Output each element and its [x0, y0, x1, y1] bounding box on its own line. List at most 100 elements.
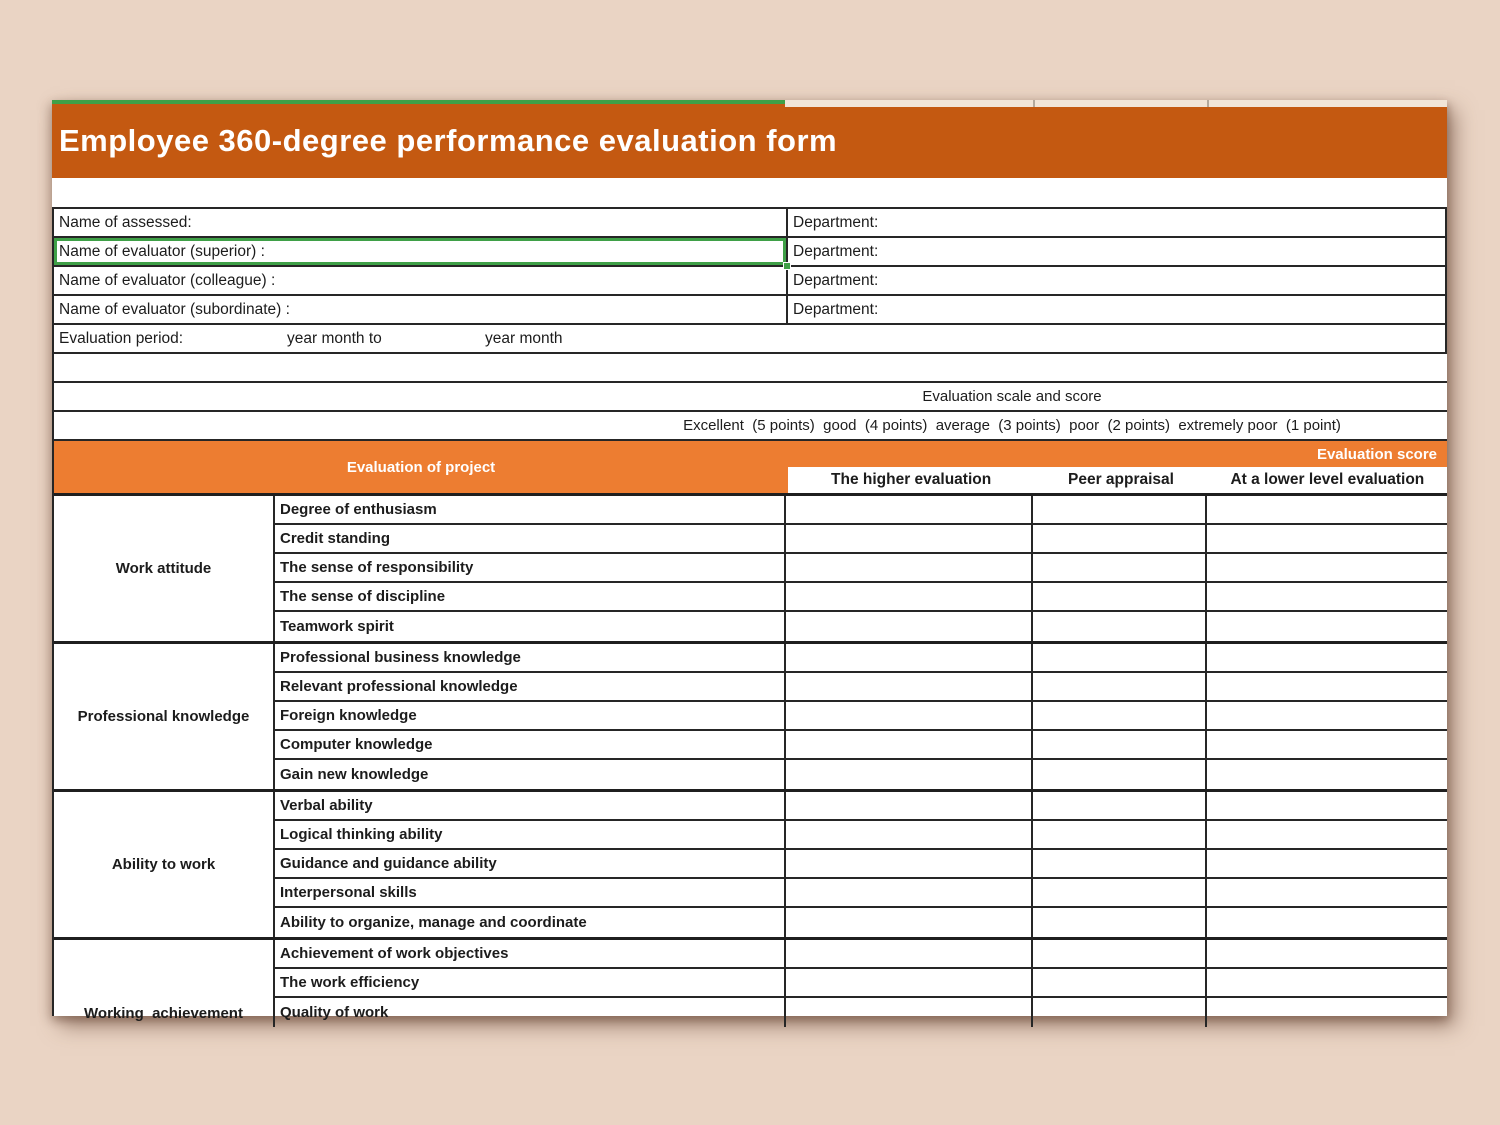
- score-cell[interactable]: [786, 731, 1033, 758]
- empty-row[interactable]: [54, 354, 1447, 383]
- score-cell[interactable]: [786, 554, 1033, 581]
- score-cell[interactable]: [1207, 998, 1447, 1027]
- item-cell: Relevant professional knowledge: [275, 673, 786, 700]
- score-cell[interactable]: [1033, 702, 1207, 729]
- score-cell[interactable]: [1033, 821, 1207, 848]
- item-cell: Teamwork spirit: [275, 612, 786, 641]
- score-cell[interactable]: [1033, 644, 1207, 671]
- score-cell[interactable]: [786, 702, 1033, 729]
- score-cell[interactable]: [1033, 731, 1207, 758]
- column-divider-tick: [1033, 100, 1035, 107]
- score-cell[interactable]: [1033, 969, 1207, 996]
- item-cell: The sense of discipline: [275, 583, 786, 610]
- fill-handle[interactable]: [783, 262, 791, 270]
- score-cell[interactable]: [786, 612, 1033, 641]
- score-cell[interactable]: [1207, 731, 1447, 758]
- column-divider-tick: [1207, 100, 1209, 107]
- score-cell[interactable]: [1207, 760, 1447, 789]
- table-row: The sense of discipline: [275, 583, 1447, 612]
- score-cell[interactable]: [1033, 525, 1207, 552]
- section-work-attitude: Work attitude Degree of enthusiasm Credi…: [54, 496, 1447, 644]
- score-cell[interactable]: [1207, 908, 1447, 937]
- item-cell: Credit standing: [275, 525, 786, 552]
- score-cell[interactable]: [1207, 525, 1447, 552]
- score-cell[interactable]: [786, 908, 1033, 937]
- category-cell: Working achievement: [54, 940, 275, 1027]
- score-cell[interactable]: [1033, 673, 1207, 700]
- score-cell[interactable]: [1033, 940, 1207, 967]
- category-cell: Work attitude: [54, 496, 275, 641]
- score-cell[interactable]: [1033, 612, 1207, 641]
- score-cell[interactable]: [786, 821, 1033, 848]
- score-cell[interactable]: [786, 583, 1033, 610]
- table-row: Foreign knowledge: [275, 702, 1447, 731]
- score-cell[interactable]: [1207, 496, 1447, 523]
- score-cell[interactable]: [786, 496, 1033, 523]
- period-from-label: year month to: [287, 330, 382, 348]
- table-row: Computer knowledge: [275, 731, 1447, 760]
- score-cell[interactable]: [1207, 821, 1447, 848]
- table-row: Guidance and guidance ability: [275, 850, 1447, 879]
- table-row: The sense of responsibility: [275, 554, 1447, 583]
- item-cell: Professional business knowledge: [275, 644, 786, 671]
- department-cell[interactable]: Department:: [788, 238, 1447, 265]
- score-cell[interactable]: [786, 673, 1033, 700]
- section-working-achievement: Working achievement Achievement of work …: [54, 940, 1447, 1027]
- item-cell: Verbal ability: [275, 792, 786, 819]
- score-cell[interactable]: [1207, 969, 1447, 996]
- item-cell: Degree of enthusiasm: [275, 496, 786, 523]
- score-cell[interactable]: [1033, 908, 1207, 937]
- name-of-assessed-cell[interactable]: Name of assessed:: [54, 209, 788, 236]
- scale-values: Excellent (5 points) good (4 points) ave…: [577, 417, 1447, 434]
- item-cell: Computer knowledge: [275, 731, 786, 758]
- score-cell[interactable]: [1207, 673, 1447, 700]
- score-cell[interactable]: [786, 998, 1033, 1027]
- score-cell[interactable]: [786, 969, 1033, 996]
- score-cell[interactable]: [1033, 879, 1207, 906]
- score-cell[interactable]: [1207, 850, 1447, 877]
- score-cell[interactable]: [1033, 998, 1207, 1027]
- score-cell[interactable]: [1207, 879, 1447, 906]
- score-cell[interactable]: [1033, 760, 1207, 789]
- score-cell[interactable]: [1207, 644, 1447, 671]
- score-cell[interactable]: [1033, 496, 1207, 523]
- desktop-background: { "title": "Employee 360-degree performa…: [0, 0, 1500, 1125]
- score-cell[interactable]: [786, 760, 1033, 789]
- score-cell[interactable]: [786, 644, 1033, 671]
- table-row: Gain new knowledge: [275, 760, 1447, 789]
- item-cell: Ability to organize, manage and coordina…: [275, 908, 786, 937]
- name-of-evaluator-colleague-cell[interactable]: Name of evaluator (colleague) :: [54, 267, 788, 294]
- info-row-colleague: Name of evaluator (colleague) : Departme…: [54, 267, 1447, 296]
- score-cell[interactable]: [786, 792, 1033, 819]
- score-cell[interactable]: [1207, 612, 1447, 641]
- table-row: Ability to organize, manage and coordina…: [275, 908, 1447, 937]
- table-row: The work efficiency: [275, 969, 1447, 998]
- score-cell[interactable]: [1033, 850, 1207, 877]
- item-cell: Quality of work: [275, 998, 786, 1027]
- score-cell[interactable]: [1207, 583, 1447, 610]
- item-cell: Guidance and guidance ability: [275, 850, 786, 877]
- score-cell[interactable]: [1207, 702, 1447, 729]
- selection-column-highlight: [52, 100, 785, 104]
- score-cell[interactable]: [786, 525, 1033, 552]
- score-cell[interactable]: [786, 850, 1033, 877]
- score-cell[interactable]: [786, 940, 1033, 967]
- score-cell[interactable]: [1033, 554, 1207, 581]
- table-row: Logical thinking ability: [275, 821, 1447, 850]
- name-of-evaluator-superior-cell[interactable]: Name of evaluator (superior) :: [54, 238, 788, 265]
- evaluation-period-row[interactable]: Evaluation period: year month to year mo…: [54, 325, 1447, 354]
- category-cell: Professional knowledge: [54, 644, 275, 789]
- department-cell[interactable]: Department:: [788, 296, 1447, 323]
- score-cell[interactable]: [1033, 792, 1207, 819]
- table-row: Professional business knowledge: [275, 644, 1447, 673]
- score-cell[interactable]: [786, 879, 1033, 906]
- score-cell[interactable]: [1207, 792, 1447, 819]
- info-row-assessed: Name of assessed: Department:: [54, 209, 1447, 238]
- department-cell[interactable]: Department:: [788, 209, 1447, 236]
- score-cell[interactable]: [1207, 554, 1447, 581]
- department-cell[interactable]: Department:: [788, 267, 1447, 294]
- name-of-evaluator-subordinate-cell[interactable]: Name of evaluator (subordinate) :: [54, 296, 788, 323]
- category-cell: Ability to work: [54, 792, 275, 937]
- score-cell[interactable]: [1207, 940, 1447, 967]
- score-cell[interactable]: [1033, 583, 1207, 610]
